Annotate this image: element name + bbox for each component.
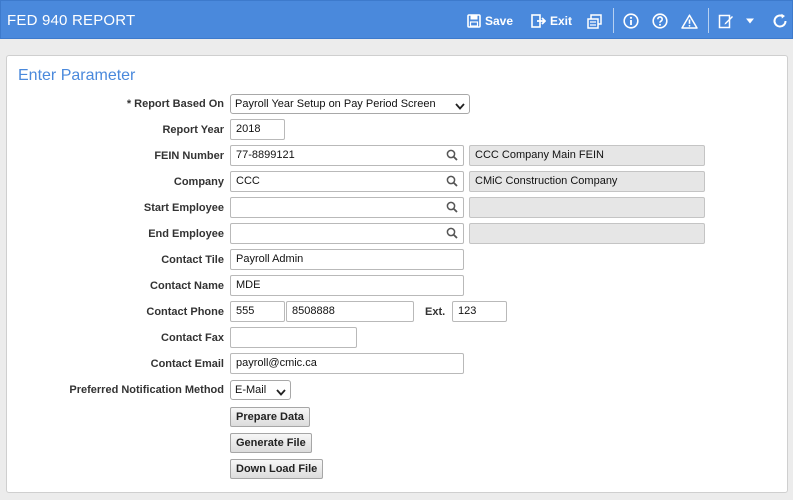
- save-label: Save: [485, 14, 514, 28]
- dropdown-icon: [745, 17, 755, 25]
- phone-area-code-value: 555: [236, 305, 255, 317]
- start-employee-input[interactable]: [230, 197, 464, 218]
- phone-number-value: 8508888: [292, 305, 335, 317]
- warning-icon: [681, 13, 698, 29]
- toolbar-divider: [613, 8, 614, 33]
- print-button[interactable]: [587, 11, 602, 31]
- contact-title-input[interactable]: Payroll Admin: [230, 249, 464, 270]
- contact-fax-label: Contact Fax: [161, 332, 224, 344]
- exit-button[interactable]: Exit: [531, 11, 572, 31]
- save-icon: [467, 14, 481, 28]
- phone-ext-value: 123: [458, 305, 477, 317]
- contact-fax-input[interactable]: [230, 327, 357, 348]
- start-employee-description-field: [469, 197, 705, 218]
- help-icon: [652, 13, 668, 29]
- more-dropdown-button[interactable]: [745, 11, 755, 31]
- search-icon[interactable]: [446, 149, 458, 164]
- warning-button[interactable]: [681, 11, 698, 31]
- fein-number-label: FEIN Number: [154, 150, 224, 162]
- phone-ext-input[interactable]: 123: [452, 301, 507, 322]
- end-employee-label: End Employee: [148, 228, 224, 240]
- toolbar-divider: [708, 8, 709, 33]
- notification-method-select[interactable]: E-Mail: [230, 380, 291, 400]
- prepare-data-button[interactable]: Prepare Data: [230, 407, 310, 427]
- report-year-input[interactable]: 2018: [230, 119, 285, 140]
- report-year-label: Report Year: [162, 124, 224, 136]
- company-label: Company: [173, 176, 224, 188]
- report-based-on-value: Payroll Year Setup on Pay Period Screen: [235, 98, 436, 110]
- print-icon: [587, 13, 602, 29]
- company-description-value: CMiC Construction Company: [475, 175, 618, 187]
- search-icon[interactable]: [446, 175, 458, 190]
- contact-email-value: payroll@cmic.ca: [236, 357, 317, 369]
- contact-name-input[interactable]: MDE: [230, 275, 464, 296]
- exit-icon: [531, 14, 546, 28]
- start-employee-label: Start Employee: [143, 202, 224, 214]
- contact-email-label: Contact Email: [150, 358, 224, 370]
- company-description-field: CMiC Construction Company: [469, 171, 705, 192]
- search-icon[interactable]: [446, 227, 458, 242]
- refresh-button[interactable]: [772, 11, 788, 31]
- fein-number-input[interactable]: 77-8899121: [230, 145, 464, 166]
- fein-number-value: 77-8899121: [236, 149, 295, 161]
- fein-description-value: CCC Company Main FEIN: [475, 149, 604, 161]
- phone-number-input[interactable]: 8508888: [286, 301, 414, 322]
- title-bar: FED 940 REPORT Save Exit: [0, 0, 793, 39]
- report-based-on-label: * Report Based On: [126, 98, 224, 110]
- phone-area-code-input[interactable]: 555: [230, 301, 285, 322]
- contact-name-value: MDE: [236, 279, 261, 291]
- help-button[interactable]: [652, 11, 668, 31]
- info-icon: [623, 13, 639, 29]
- notification-method-value: E-Mail: [235, 384, 267, 396]
- report-year-value: 2018: [236, 123, 261, 135]
- report-based-on-select[interactable]: Payroll Year Setup on Pay Period Screen: [230, 94, 470, 114]
- info-button[interactable]: [623, 11, 639, 31]
- download-file-button[interactable]: Down Load File: [230, 459, 324, 479]
- end-employee-description-field: [469, 223, 705, 244]
- save-button[interactable]: Save: [467, 11, 513, 31]
- contact-title-value: Payroll Admin: [236, 253, 304, 265]
- contact-title-label: Contact Tile: [161, 254, 224, 266]
- parameter-panel: Enter Parameter * Report Based On Payrol…: [6, 55, 788, 493]
- chevron-down-icon: [455, 101, 465, 113]
- contact-name-label: Contact Name: [150, 280, 224, 292]
- window-title: FED 940 REPORT: [7, 12, 136, 29]
- fein-description-field: CCC Company Main FEIN: [469, 145, 705, 166]
- generate-file-button[interactable]: Generate File: [230, 433, 312, 453]
- phone-ext-label: Ext.: [425, 306, 446, 318]
- refresh-icon: [772, 13, 788, 29]
- exit-label: Exit: [550, 14, 573, 28]
- company-input[interactable]: CCC: [230, 171, 464, 192]
- contact-email-input[interactable]: payroll@cmic.ca: [230, 353, 464, 374]
- end-employee-input[interactable]: [230, 223, 464, 244]
- edit-button[interactable]: [718, 11, 734, 31]
- chevron-down-icon: [276, 387, 286, 399]
- edit-icon: [718, 13, 734, 29]
- company-value: CCC: [236, 175, 260, 187]
- search-icon[interactable]: [446, 201, 458, 216]
- notification-method-label: Preferred Notification Method: [69, 384, 224, 396]
- contact-phone-label: Contact Phone: [146, 306, 224, 318]
- panel-title: Enter Parameter: [18, 67, 136, 84]
